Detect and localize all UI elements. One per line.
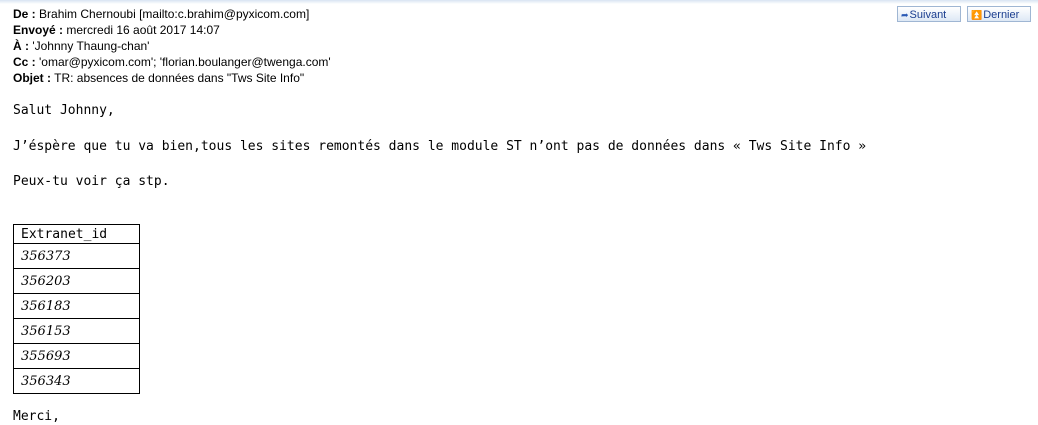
to-label: À :	[13, 39, 29, 53]
sent-row: Envoyé : mercredi 16 août 2017 14:07	[13, 22, 331, 38]
next-button[interactable]: ➦Suivant	[897, 6, 961, 22]
request-text: Peux-tu voir ça stp.	[13, 174, 170, 189]
cc-row: Cc : 'omar@pyxicom.com'; 'florian.boulan…	[13, 54, 331, 70]
from-value: Brahim Chernoubi [mailto:c.brahim@pyxico…	[39, 7, 310, 21]
arrow-right-icon: ➦	[901, 10, 909, 20]
table-header-extranet-id: Extranet_id	[13, 224, 140, 244]
cc-label: Cc :	[13, 55, 36, 69]
greeting-text: Salut Johnny,	[13, 103, 115, 118]
subject-value: TR: absences de données dans "Tws Site I…	[54, 71, 305, 85]
to-value: 'Johnny Thaung-chan'	[32, 39, 150, 53]
table-row: 356153	[13, 318, 140, 344]
cc-value: 'omar@pyxicom.com'; 'florian.boulanger@t…	[39, 55, 331, 69]
table-row: 356203	[13, 268, 140, 294]
subject-row: Objet : TR: absences de données dans "Tw…	[13, 70, 331, 86]
sent-label: Envoyé :	[13, 23, 64, 37]
thanks-text: Merci,	[13, 409, 60, 424]
top-gradient-bar	[0, 0, 1038, 4]
table-cell: 356153	[13, 318, 140, 344]
table-header-row: Extranet_id	[13, 224, 140, 244]
message-text: J’éspère que tu va bien,tous les sites r…	[13, 139, 867, 154]
table-cell: 356373	[13, 243, 140, 269]
sent-value: mercredi 16 août 2017 14:07	[66, 23, 220, 37]
table-cell: 356343	[13, 368, 140, 394]
table-row: 356183	[13, 293, 140, 319]
table-cell: 356183	[13, 293, 140, 319]
to-row: À : 'Johnny Thaung-chan'	[13, 38, 331, 54]
from-row: De : Brahim Chernoubi [mailto:c.brahim@p…	[13, 6, 331, 22]
extranet-id-table: Extranet_id 356373 356203 356183 356153 …	[13, 224, 140, 394]
table-row: 356373	[13, 243, 140, 269]
last-button-label: Dernier	[983, 9, 1020, 21]
table-cell: 355693	[13, 343, 140, 369]
from-label: De :	[13, 7, 36, 21]
email-header: De : Brahim Chernoubi [mailto:c.brahim@p…	[13, 6, 331, 86]
double-arrow-up-icon: ⏫	[971, 10, 983, 20]
subject-label: Objet :	[13, 71, 51, 85]
table-row: 355693	[13, 343, 140, 369]
table-row: 356343	[13, 368, 140, 394]
table-cell: 356203	[13, 268, 140, 294]
last-button[interactable]: ⏫Dernier	[967, 6, 1031, 22]
next-button-label: Suivant	[909, 9, 947, 21]
